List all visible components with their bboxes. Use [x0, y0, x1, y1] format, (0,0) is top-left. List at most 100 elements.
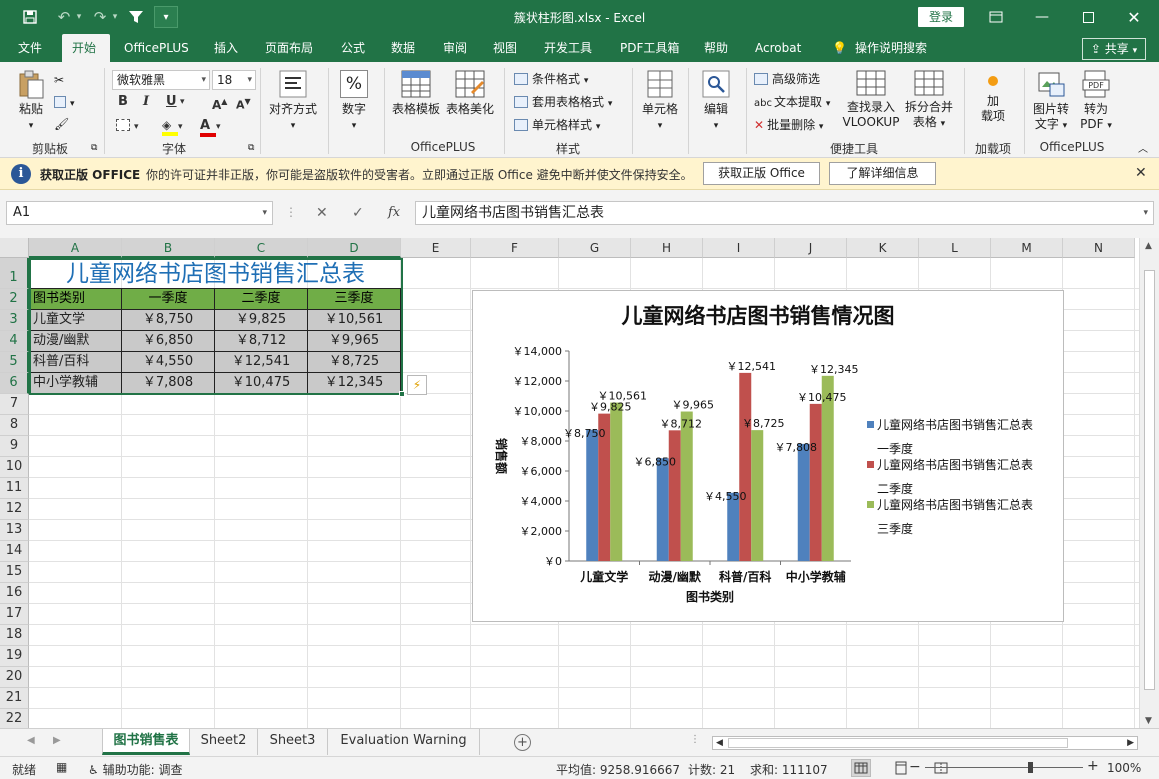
tab-splitter-icon[interactable]: ⋮: [690, 734, 700, 745]
underline-button[interactable]: U: [166, 92, 177, 112]
tell-me-search[interactable]: 💡 操作说明搜索: [822, 34, 937, 62]
table-cell[interactable]: 动漫/幽默: [29, 330, 122, 352]
collapse-ribbon-icon[interactable]: ︿: [1138, 140, 1148, 160]
table-cell[interactable]: ￥12,541: [214, 351, 308, 373]
bold-button[interactable]: B: [118, 92, 128, 112]
page-break-view-icon[interactable]: [931, 759, 951, 777]
column-header-b[interactable]: B: [122, 238, 215, 258]
zoom-in-icon[interactable]: +: [1087, 758, 1099, 774]
vertical-scrollbar[interactable]: ▲ ▼: [1139, 238, 1159, 728]
worksheet-grid[interactable]: ABCDEFGHIJKLMN 1 2 3 4 5 6 7 8 9 10 11 12 13 14 15 16 17…: [0, 238, 1159, 728]
table-cell[interactable]: ￥8,712: [214, 330, 308, 352]
column-header-c[interactable]: C: [215, 238, 308, 258]
row-header-12[interactable]: 12: [0, 499, 29, 520]
customize-qat-icon[interactable]: ▾: [154, 6, 178, 28]
conditional-format-button[interactable]: 条件格式 ▾: [514, 69, 588, 89]
font-color-icon[interactable]: A ▾: [200, 116, 221, 137]
enter-icon[interactable]: ✓: [352, 205, 364, 221]
sheet-tab-sheet3[interactable]: Sheet3: [258, 729, 328, 755]
maximize-icon[interactable]: [1065, 0, 1111, 34]
vertical-scroll-thumb[interactable]: [1144, 270, 1155, 690]
table-title[interactable]: 儿童网络书店图书销售汇总表: [29, 258, 402, 290]
accessibility-status[interactable]: ♿ 辅助功能: 调查: [88, 761, 182, 778]
font-size-box[interactable]: 18 ▾: [212, 70, 256, 90]
column-header-h[interactable]: H: [631, 238, 703, 258]
text-extract-button[interactable]: abc 文本提取 ▾: [754, 92, 830, 112]
table-cell[interactable]: ￥12,345: [307, 372, 401, 394]
tab-pdf-tools[interactable]: PDF工具箱: [610, 34, 689, 62]
row-header-13[interactable]: 13: [0, 520, 29, 541]
format-painter-icon[interactable]: 🖌: [54, 114, 69, 134]
add-sheet-icon[interactable]: +: [514, 734, 531, 751]
zoom-slider-track[interactable]: [925, 767, 1083, 768]
border-icon[interactable]: ▾: [116, 116, 139, 136]
chevron-down-icon[interactable]: ▾: [180, 92, 185, 112]
row-header-10[interactable]: 10: [0, 457, 29, 478]
redo-dropdown-icon[interactable]: ▾: [108, 6, 122, 28]
convert-pdf-button[interactable]: PDF 转为 PDF ▾: [1074, 70, 1118, 134]
row-header-9[interactable]: 9: [0, 436, 29, 457]
batch-delete-button[interactable]: ✕ 批量删除 ▾: [754, 115, 823, 135]
tab-file[interactable]: 文件: [8, 34, 52, 62]
table-header-cell[interactable]: 二季度: [214, 288, 308, 310]
tab-help[interactable]: 帮助: [694, 34, 738, 62]
column-header-l[interactable]: L: [919, 238, 991, 258]
tab-officeplus[interactable]: OfficePLUS: [114, 34, 199, 62]
vlookup-button[interactable]: 查找录入 VLOOKUP: [840, 70, 902, 130]
table-cell[interactable]: ￥6,850: [121, 330, 215, 352]
minimize-icon[interactable]: —: [1019, 0, 1065, 34]
italic-button[interactable]: I: [143, 92, 149, 112]
horizontal-scrollbar[interactable]: ◀ ▶: [712, 736, 1138, 750]
zoom-out-icon[interactable]: −: [909, 759, 921, 775]
row-header-14[interactable]: 14: [0, 541, 29, 562]
macro-record-icon[interactable]: ▦: [56, 760, 67, 774]
font-name-box[interactable]: 微软雅黑 ▾: [112, 70, 210, 90]
row-header-7[interactable]: 7: [0, 394, 29, 415]
scroll-left-icon[interactable]: ◀: [716, 737, 723, 749]
scroll-up-icon[interactable]: ▲: [1145, 241, 1152, 251]
tab-formulas[interactable]: 公式: [331, 34, 375, 62]
row-header-1[interactable]: 1: [0, 258, 29, 289]
table-cell[interactable]: ￥4,550: [121, 351, 215, 373]
column-header-m[interactable]: M: [991, 238, 1063, 258]
sheet-prev-icon[interactable]: ◀: [27, 735, 35, 746]
copy-icon[interactable]: ▾: [54, 92, 75, 112]
close-icon[interactable]: ✕: [1135, 165, 1147, 181]
table-template-button[interactable]: 表格模板: [390, 70, 442, 117]
row-header-6[interactable]: 6: [0, 373, 29, 394]
chart-area[interactable]: 儿童网络书店图书销售情况图 ￥0 ￥2,000 ￥4,000 ￥6,000 ￥8,000 ￥…: [472, 290, 1064, 622]
page-layout-view-icon[interactable]: [891, 759, 911, 777]
save-icon[interactable]: [18, 6, 42, 28]
table-cell[interactable]: ￥10,475: [214, 372, 308, 394]
share-button[interactable]: ⇪ 共享 ▾: [1082, 38, 1146, 60]
row-header-2[interactable]: 2: [0, 289, 29, 310]
table-cell[interactable]: ￥9,825: [214, 309, 308, 331]
increase-font-icon[interactable]: A▲: [212, 92, 227, 112]
quick-analysis-icon[interactable]: ⚡: [407, 375, 427, 395]
cells-button[interactable]: 单元格 ▾: [638, 70, 682, 134]
zoom-level[interactable]: 100%: [1107, 761, 1141, 775]
cell-style-button[interactable]: 单元格样式 ▾: [514, 115, 600, 135]
fill-color-icon[interactable]: ◈ ▾: [162, 116, 183, 136]
column-header-e[interactable]: E: [401, 238, 471, 258]
row-header-19[interactable]: 19: [0, 646, 29, 667]
number-format-button[interactable]: % 数字 ▾: [334, 70, 374, 134]
tab-review[interactable]: 审阅: [433, 34, 477, 62]
login-button[interactable]: 登录: [918, 7, 964, 27]
tab-page-layout[interactable]: 页面布局: [255, 34, 323, 62]
column-header-a[interactable]: A: [29, 238, 122, 258]
formula-input[interactable]: 儿童网络书店图书销售汇总表 ▾: [415, 201, 1154, 225]
paste-button[interactable]: 粘贴 ▾: [12, 70, 50, 134]
row-header-15[interactable]: 15: [0, 562, 29, 583]
table-beautify-button[interactable]: 表格美化: [444, 70, 496, 117]
horizontal-scroll-thumb[interactable]: [728, 738, 1068, 748]
row-header-11[interactable]: 11: [0, 478, 29, 499]
sheet-tab-sheet2[interactable]: Sheet2: [190, 729, 258, 755]
row-header-3[interactable]: 3: [0, 310, 29, 331]
column-header-g[interactable]: G: [559, 238, 631, 258]
table-cell[interactable]: ￥10,561: [307, 309, 401, 331]
table-cell[interactable]: 科普/百科: [29, 351, 122, 373]
table-cell[interactable]: 儿童文学: [29, 309, 122, 331]
split-merge-button[interactable]: 拆分合并 表格 ▾: [902, 70, 956, 132]
cancel-icon[interactable]: ✕: [316, 205, 328, 221]
